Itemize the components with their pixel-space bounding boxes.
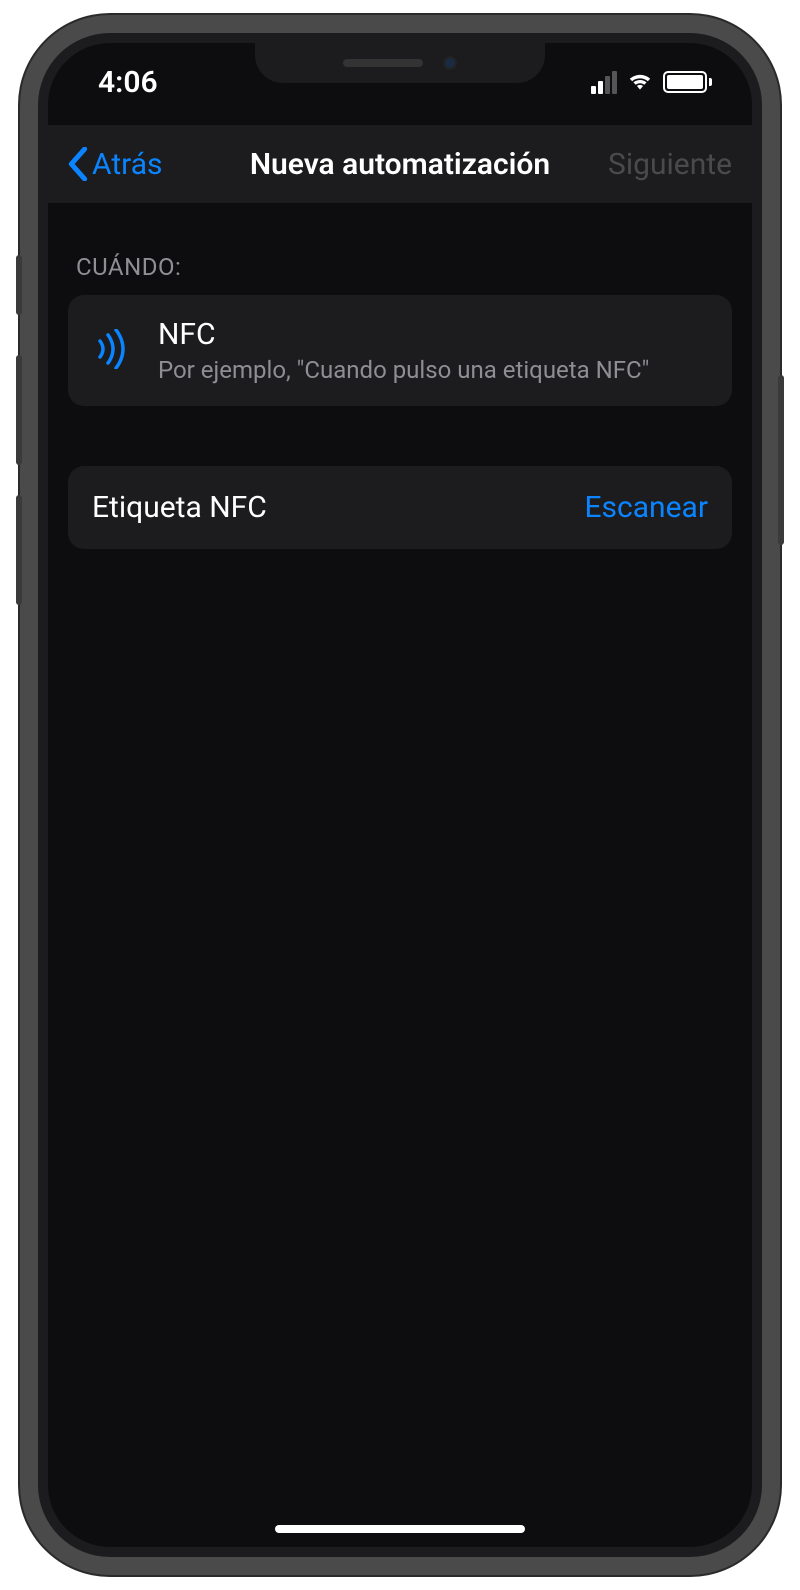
nfc-tag-label: Etiqueta NFC [92, 490, 267, 525]
back-button[interactable]: Atrás [68, 147, 163, 182]
phone-bezel: 4:06 [38, 33, 762, 1557]
phone-frame: 4:06 [20, 15, 780, 1575]
nfc-card-subtitle: Por ejemplo, "Cuando pulso una etiqueta … [158, 356, 649, 384]
status-time: 4:06 [98, 65, 158, 100]
volume-up-button[interactable] [16, 355, 22, 465]
back-label: Atrás [92, 147, 163, 182]
nfc-trigger-card: NFC Por ejemplo, "Cuando pulso una etiqu… [68, 295, 732, 406]
navigation-bar: Atrás Nueva automatización Siguiente [48, 125, 752, 203]
chevron-left-icon [68, 147, 88, 181]
cellular-signal-icon [591, 71, 617, 94]
wifi-icon [625, 68, 655, 96]
speaker-grille [343, 59, 423, 67]
silence-switch[interactable] [16, 255, 22, 315]
battery-icon [663, 71, 712, 93]
volume-down-button[interactable] [16, 495, 22, 605]
power-button[interactable] [778, 375, 784, 545]
content-area: CUÁNDO: NFC Por ejemplo, "Cuando pulso u… [48, 203, 752, 549]
front-camera [443, 56, 457, 70]
page-title: Nueva automatización [250, 147, 550, 182]
screen: 4:06 [48, 43, 752, 1547]
section-header: CUÁNDO: [68, 203, 732, 295]
nfc-card-title: NFC [158, 317, 649, 352]
nfc-icon [92, 329, 132, 373]
scan-button[interactable]: Escanear [584, 490, 708, 525]
notch [255, 43, 545, 83]
nfc-card-text: NFC Por ejemplo, "Cuando pulso una etiqu… [158, 317, 649, 384]
next-button[interactable]: Siguiente [608, 147, 732, 182]
home-indicator[interactable] [275, 1525, 525, 1533]
status-icons [591, 68, 712, 96]
nfc-tag-row[interactable]: Etiqueta NFC Escanear [68, 466, 732, 549]
